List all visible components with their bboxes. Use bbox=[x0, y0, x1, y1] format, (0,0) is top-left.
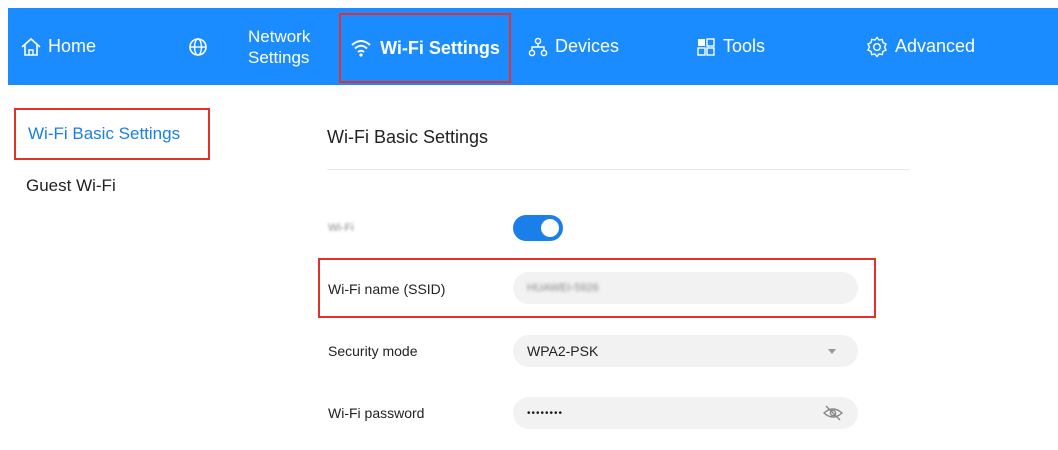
security-mode-select[interactable]: WPA2-PSK bbox=[513, 335, 858, 367]
nav-network-icon-button[interactable] bbox=[188, 8, 208, 85]
devices-icon bbox=[528, 37, 555, 57]
page-title: Wi-Fi Basic Settings bbox=[327, 127, 489, 147]
sidebar-item-guest-wifi[interactable]: Guest Wi-Fi bbox=[26, 176, 116, 196]
nav-network-settings[interactable]: Network Settings bbox=[248, 8, 310, 85]
security-mode-label: Security mode bbox=[328, 343, 418, 359]
password-label: Wi-Fi password bbox=[328, 405, 425, 421]
ssid-label: Wi-Fi name (SSID) bbox=[328, 281, 446, 297]
nav-tools[interactable]: Tools bbox=[696, 8, 765, 85]
chevron-down-icon bbox=[828, 349, 836, 354]
sidebar-item-label: Wi-Fi Basic Settings bbox=[28, 124, 181, 143]
ssid-value: HUAWEI-5926 bbox=[527, 282, 599, 294]
nav-advanced-label: Advanced bbox=[895, 36, 976, 56]
nav-devices-label: Devices bbox=[555, 36, 620, 56]
ssid-input[interactable]: HUAWEI-5926 bbox=[513, 272, 858, 304]
password-input[interactable]: •••••••• bbox=[513, 397, 858, 429]
password-value: •••••••• bbox=[527, 407, 564, 419]
wifi-toggle[interactable] bbox=[513, 215, 563, 241]
home-icon bbox=[20, 37, 48, 57]
nav-network-label-line1: Network bbox=[248, 26, 311, 46]
nav-devices[interactable]: Devices bbox=[528, 8, 619, 85]
top-navigation-bar: Home Network Settings Wi-Fi Settings Dev… bbox=[8, 8, 1058, 85]
sidebar-item-label: Guest Wi-Fi bbox=[26, 176, 116, 195]
nav-advanced[interactable]: Advanced bbox=[866, 8, 975, 85]
sidebar-item-wifi-basic-settings[interactable]: Wi-Fi Basic Settings bbox=[14, 108, 210, 160]
eye-slash-icon[interactable] bbox=[822, 404, 844, 425]
wifi-toggle-label: Wi-Fi bbox=[328, 222, 354, 234]
nav-home[interactable]: Home bbox=[20, 8, 96, 85]
nav-wifi-settings[interactable]: Wi-Fi Settings bbox=[339, 13, 511, 83]
security-mode-value: WPA2-PSK bbox=[527, 343, 599, 359]
nav-wifi-label: Wi-Fi Settings bbox=[380, 37, 500, 58]
nav-network-label-line2: Settings bbox=[248, 47, 310, 67]
wifi-icon bbox=[350, 39, 380, 57]
toggle-knob bbox=[541, 219, 559, 237]
tools-icon bbox=[696, 37, 723, 57]
globe-icon bbox=[188, 37, 208, 57]
nav-tools-label: Tools bbox=[723, 36, 766, 56]
gear-icon bbox=[866, 35, 895, 58]
divider bbox=[327, 169, 910, 170]
nav-home-label: Home bbox=[48, 36, 97, 56]
